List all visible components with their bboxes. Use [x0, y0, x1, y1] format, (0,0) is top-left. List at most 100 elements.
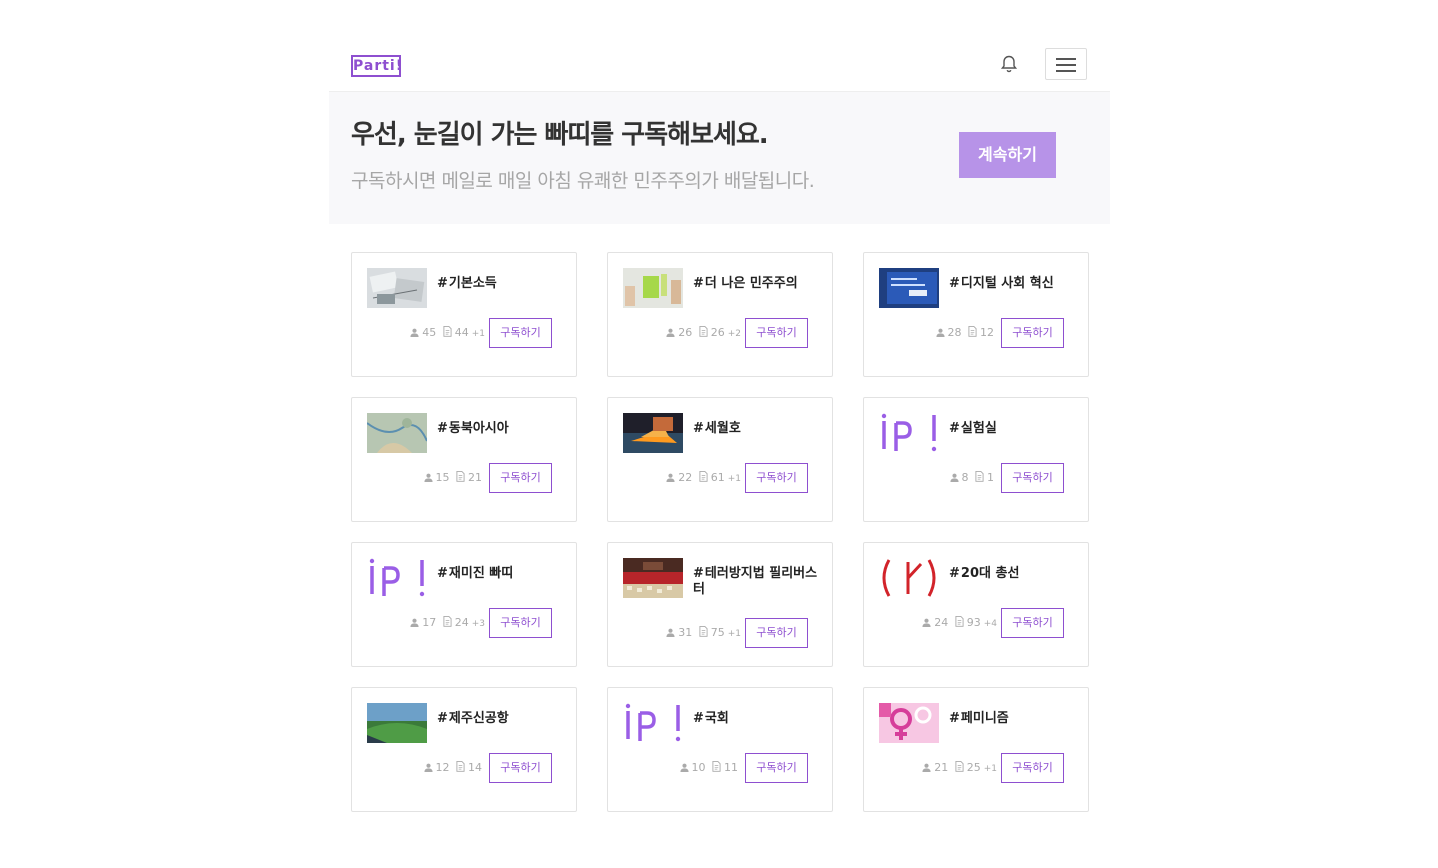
parti-stats: 21 25 +1 [922, 761, 997, 774]
member-count: 45 [422, 326, 437, 339]
parti-card[interactable]: #동북아시아 15 21 구독하기 [351, 397, 577, 522]
member-icon [679, 762, 689, 772]
subscribe-button[interactable]: 구독하기 [745, 463, 808, 493]
post-icon [443, 326, 452, 337]
member-icon [666, 327, 675, 337]
post-icon [699, 471, 708, 482]
bell-icon[interactable] [999, 54, 1019, 74]
subscribe-button[interactable]: 구독하기 [1001, 753, 1064, 783]
member-count: 8 [961, 471, 969, 484]
parti-title[interactable]: #국회 [693, 711, 823, 727]
new-post-count: +4 [983, 619, 997, 629]
member-icon [410, 617, 419, 627]
parti-thumbnail [623, 268, 683, 308]
parti-title[interactable]: #페미니즘 [949, 711, 1079, 727]
post-count: 93 [966, 616, 981, 629]
parti-title[interactable]: #테러방지법 필리버스터 [693, 566, 823, 598]
post-icon [699, 626, 708, 637]
parti-card[interactable]: #20대 총선 24 93 +4 구독하기 [863, 542, 1089, 667]
member-count: 10 [691, 761, 706, 774]
post-count: 14 [468, 761, 482, 774]
top-navbar: Parti! [329, 0, 1110, 92]
post-icon [699, 326, 708, 337]
parti-title[interactable]: #기본소득 [437, 276, 567, 292]
subscribe-button[interactable]: 구독하기 [745, 753, 808, 783]
subscribe-button[interactable]: 구독하기 [745, 318, 808, 348]
post-icon [968, 326, 977, 337]
parti-title[interactable]: #제주신공항 [437, 711, 567, 727]
parti-title[interactable]: #더 나은 민주주의 [693, 276, 823, 292]
member-icon [949, 472, 959, 482]
parti-stats: 15 21 [423, 471, 486, 484]
post-icon [443, 616, 452, 627]
menu-toggle-button[interactable] [1045, 48, 1087, 80]
post-icon [955, 761, 964, 772]
parti-logo[interactable]: Parti! [351, 55, 402, 77]
page-container: Parti! 우선, 눈길이 가는 빠띠를 구독해보세요. 구독하시면 메일로 … [329, 0, 1110, 224]
parti-card[interactable]: #세월호 22 61 +1 구독하기 [607, 397, 833, 522]
continue-button[interactable]: 계속하기 [959, 132, 1056, 178]
member-icon [666, 627, 675, 637]
post-icon [712, 761, 721, 772]
post-icon [955, 616, 964, 627]
parti-card[interactable]: #재미진 빠띠 17 24 +3 구독하기 [351, 542, 577, 667]
parti-card[interactable]: #디지털 사회 혁신 28 12 구독하기 [863, 252, 1089, 377]
subscribe-button[interactable]: 구독하기 [489, 753, 552, 783]
parti-thumbnail [623, 413, 683, 453]
parti-title[interactable]: #20대 총선 [949, 566, 1079, 582]
post-icon [456, 471, 465, 482]
parti-title[interactable]: #재미진 빠띠 [437, 566, 567, 582]
subscribe-button[interactable]: 구독하기 [1001, 463, 1064, 493]
member-icon [423, 762, 433, 772]
new-post-count: +2 [727, 329, 741, 339]
subscribe-button[interactable]: 구독하기 [745, 618, 808, 648]
parti-thumbnail [367, 558, 427, 598]
parti-title[interactable]: #세월호 [693, 421, 823, 437]
member-icon [423, 472, 433, 482]
post-count: 12 [980, 326, 994, 339]
parti-title[interactable]: #실험실 [949, 421, 1079, 437]
hamburger-icon-bar [1056, 58, 1076, 60]
parti-card[interactable]: #실험실 8 1 구독하기 [863, 397, 1089, 522]
parti-thumbnail [367, 413, 427, 453]
parti-thumbnail [623, 558, 683, 598]
post-icon [975, 471, 984, 482]
parti-thumbnail [879, 413, 939, 453]
member-count: 26 [678, 326, 693, 339]
hamburger-icon-bar [1056, 70, 1076, 72]
parti-stats: 17 24 +3 [410, 616, 485, 629]
member-count: 21 [934, 761, 949, 774]
parti-stats: 45 44 +1 [410, 326, 485, 339]
member-count: 17 [422, 616, 437, 629]
parti-card[interactable]: #더 나은 민주주의 26 26 +2 구독하기 [607, 252, 833, 377]
parti-card[interactable]: #기본소득 45 44 +1 구독하기 [351, 252, 577, 377]
post-icon [456, 761, 465, 772]
parti-title[interactable]: #동북아시아 [437, 421, 567, 437]
parti-title[interactable]: #디지털 사회 혁신 [949, 276, 1079, 292]
parti-card[interactable]: #제주신공항 12 14 구독하기 [351, 687, 577, 812]
intro-title: 우선, 눈길이 가는 빠띠를 구독해보세요. [351, 120, 769, 150]
member-icon [922, 762, 931, 772]
member-count: 28 [947, 326, 962, 339]
member-count: 31 [678, 626, 693, 639]
subscribe-button[interactable]: 구독하기 [489, 608, 552, 638]
parti-card[interactable]: #테러방지법 필리버스터 31 75 +1 구독하기 [607, 542, 833, 667]
new-post-count: +3 [471, 619, 485, 629]
subscribe-button[interactable]: 구독하기 [1001, 608, 1064, 638]
parti-card[interactable]: #국회 10 11 구독하기 [607, 687, 833, 812]
parti-card[interactable]: #페미니즘 21 25 +1 구독하기 [863, 687, 1089, 812]
post-count: 1 [987, 471, 994, 484]
post-count: 26 [710, 326, 725, 339]
parti-thumbnail [879, 558, 939, 598]
new-post-count: +1 [727, 474, 741, 484]
member-count: 22 [678, 471, 693, 484]
member-icon [935, 327, 945, 337]
new-post-count: +1 [471, 329, 485, 339]
intro-subtitle: 구독하시면 메일로 매일 아침 유쾌한 민주주의가 배달됩니다. [351, 170, 815, 192]
post-count: 25 [966, 761, 981, 774]
subscribe-button[interactable]: 구독하기 [489, 318, 552, 348]
subscribe-button[interactable]: 구독하기 [489, 463, 552, 493]
post-count: 21 [468, 471, 482, 484]
member-icon [410, 327, 419, 337]
subscribe-button[interactable]: 구독하기 [1001, 318, 1064, 348]
